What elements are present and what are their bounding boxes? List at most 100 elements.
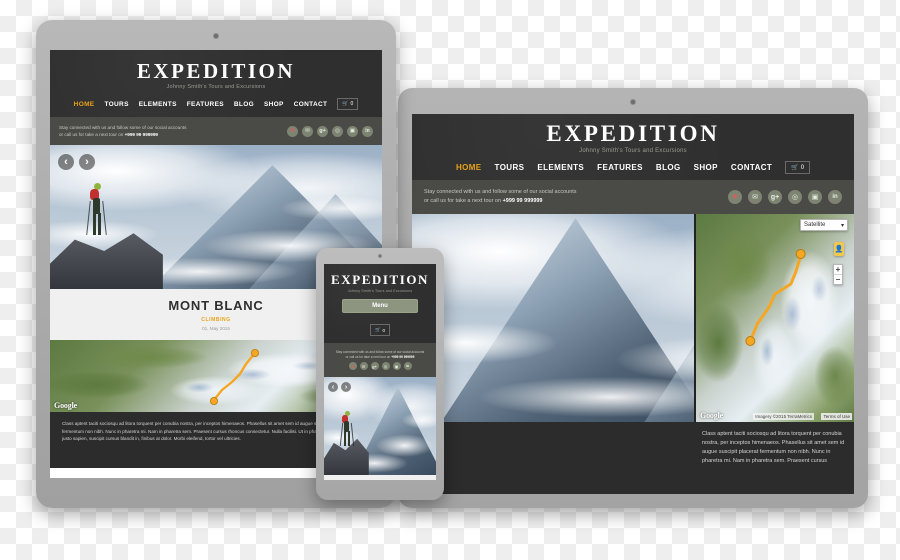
rss-icon[interactable]: ▣ <box>392 362 401 371</box>
brand-title: EXPEDITION <box>331 272 429 287</box>
nav-item-features[interactable]: FEATURES <box>187 101 224 108</box>
social-bar-line2-prefix: or call us for take a next tour on <box>424 198 503 204</box>
social-bar-text: Stay connected with us and follow some o… <box>424 188 577 205</box>
social-bar-line2: or call us for take a next tour on +999 … <box>59 131 186 138</box>
tablet-landscape-screen: EXPEDITION Johnny Smith's Tours and Excu… <box>412 114 854 494</box>
nav-item-shop[interactable]: SHOP <box>264 101 284 108</box>
nav-item-features[interactable]: FEATURES <box>597 163 643 172</box>
nav-item-blog[interactable]: BLOG <box>234 101 254 108</box>
nav-item-home[interactable]: HOME <box>456 163 482 172</box>
nav-item-blog[interactable]: BLOG <box>656 163 681 172</box>
nav-item-tours[interactable]: TOURS <box>495 163 525 172</box>
article-copy-large: Class aptent taciti sociosqu ad litora t… <box>412 422 854 494</box>
linkedin-icon[interactable]: in <box>403 362 412 371</box>
slider-arrows-small[interactable]: ‹ › <box>58 154 95 170</box>
climber-pole-left <box>86 201 91 235</box>
climber-figure <box>339 411 355 455</box>
pegman-icon[interactable]: 👤 <box>834 242 844 256</box>
cart-count: 0 <box>350 101 354 107</box>
nav-item-elements[interactable]: ELEMENTS <box>537 163 584 172</box>
main-nav-large[interactable]: HOME TOURS ELEMENTS FEATURES BLOG SHOP C… <box>412 161 854 174</box>
phone-screen: EXPEDITION Johnny Smith's Tours and Excu… <box>324 264 436 480</box>
cart-icon: 🛒 <box>342 101 349 107</box>
nav-item-tours[interactable]: TOURS <box>104 101 128 108</box>
googleplus-icon[interactable]: g+ <box>370 362 379 371</box>
post-caption-phone: MONT BLANC CLIMBING 01, May 2015 <box>324 475 436 480</box>
dribbble-icon[interactable]: ◎ <box>788 190 802 204</box>
google-logo: Google <box>54 401 78 410</box>
zoom-out-button[interactable]: − <box>834 275 842 284</box>
cart-count: 0 <box>382 327 386 333</box>
mobile-menu-button[interactable]: Menu <box>342 299 418 313</box>
climber-torso <box>93 198 100 214</box>
brand-tagline: Johnny Smith's Tours and Excursions <box>579 148 687 154</box>
flickr-icon[interactable]: ❖ <box>287 125 298 137</box>
social-icons-small[interactable]: ❖ ✉ g+ ◎ ▣ in <box>287 125 373 137</box>
brand-title: EXPEDITION <box>136 59 296 83</box>
climber-figure <box>86 183 108 251</box>
device-phone: EXPEDITION Johnny Smith's Tours and Excu… <box>316 248 444 500</box>
rss-icon[interactable]: ▣ <box>808 190 822 204</box>
flickr-icon[interactable]: ❖ <box>348 362 357 371</box>
hero-slider-phone[interactable]: ‹ › <box>324 377 436 475</box>
cart-button[interactable]: 🛒 0 <box>369 324 391 336</box>
brand-tagline: Johnny Smith's Tours and Excursions <box>166 84 266 90</box>
climber-leg-left <box>344 431 346 446</box>
climber-leg-right <box>348 431 350 446</box>
camera-dot <box>213 33 219 39</box>
social-icons-phone[interactable]: ❖ ✉ g+ ◎ ▣ in <box>330 362 430 371</box>
contact-phone: +999 99 999999 <box>502 198 543 204</box>
cart-row-phone: 🛒 0 <box>324 318 436 336</box>
social-bar-line2: or call us for take a next tour on +999 … <box>424 197 577 206</box>
cart-button[interactable]: 🛒 0 <box>785 161 811 174</box>
site-header-large: EXPEDITION Johnny Smith's Tours and Excu… <box>412 114 854 180</box>
cart-button[interactable]: 🛒 0 <box>337 98 359 110</box>
slider-prev-button[interactable]: ‹ <box>328 382 338 392</box>
nav-item-shop[interactable]: SHOP <box>694 163 718 172</box>
slider-prev-button[interactable]: ‹ <box>58 154 74 170</box>
dribbble-icon[interactable]: ◎ <box>381 362 390 371</box>
social-bar-line1: Stay connected with us and follow some o… <box>424 189 577 196</box>
slider-next-button[interactable]: › <box>79 154 95 170</box>
cart-icon: 🛒 <box>374 327 381 332</box>
nav-item-home[interactable]: HOME <box>74 101 95 108</box>
screenshot-canvas: EXPEDITION Johnny Smith's Tours and Excu… <box>0 0 900 560</box>
flickr-icon[interactable]: ❖ <box>728 190 742 204</box>
social-bar-text: Stay connected with us and follow some o… <box>330 350 430 360</box>
map-terms-link[interactable]: Terms of Use <box>821 413 852 420</box>
social-icons-large[interactable]: ❖ ✉ g+ ◎ ▣ in <box>728 190 842 204</box>
email-icon[interactable]: ✉ <box>748 190 762 204</box>
map-widget-large[interactable]: Satellite ▾ 👤 + − Google Imagery ©2015 T… <box>694 214 854 422</box>
social-bar-large: Stay connected with us and follow some o… <box>412 180 854 214</box>
dribbble-icon[interactable]: ◎ <box>332 125 343 137</box>
zoom-in-button[interactable]: + <box>834 265 842 275</box>
site-header-phone: EXPEDITION Johnny Smith's Tours and Excu… <box>324 264 436 343</box>
social-bar-line2-prefix: or call us for take a next tour on <box>59 132 125 137</box>
social-bar-line2-prefix: or call us for take a next tour on <box>345 354 392 359</box>
email-icon[interactable]: ✉ <box>302 125 313 137</box>
social-bar-line1: Stay connected with us and follow some o… <box>59 124 187 130</box>
climber-leg-right <box>98 213 101 235</box>
device-tablet-landscape: EXPEDITION Johnny Smith's Tours and Excu… <box>398 88 868 508</box>
linkedin-icon[interactable]: in <box>828 190 842 204</box>
googleplus-icon[interactable]: g+ <box>768 190 782 204</box>
googleplus-icon[interactable]: g+ <box>317 125 328 137</box>
map-type-selector[interactable]: Satellite ▾ <box>800 219 848 231</box>
cart-icon: 🛒 <box>791 165 799 171</box>
social-bar-small: Stay connected with us and follow some o… <box>50 117 382 145</box>
nav-item-contact[interactable]: CONTACT <box>731 163 772 172</box>
contact-phone: +999 99 999999 <box>124 132 158 137</box>
rss-icon[interactable]: ▣ <box>347 125 358 137</box>
map-type-label: Satellite <box>804 222 826 228</box>
nav-item-elements[interactable]: ELEMENTS <box>139 101 177 108</box>
slider-arrows-phone[interactable]: ‹ › <box>328 382 351 392</box>
climber-pole-right <box>350 423 355 446</box>
nav-item-contact[interactable]: CONTACT <box>294 101 328 108</box>
linkedin-icon[interactable]: in <box>362 125 373 137</box>
social-bar-text: Stay connected with us and follow some o… <box>59 124 186 138</box>
main-nav-small[interactable]: HOME TOURS ELEMENTS FEATURES BLOG SHOP C… <box>50 98 382 110</box>
email-icon[interactable]: ✉ <box>359 362 368 371</box>
map-zoom-controls[interactable]: + − <box>833 264 843 285</box>
article-copy-sidebar: Class aptent taciti sociosqu ad litora t… <box>694 422 854 494</box>
slider-next-button[interactable]: › <box>341 382 351 392</box>
